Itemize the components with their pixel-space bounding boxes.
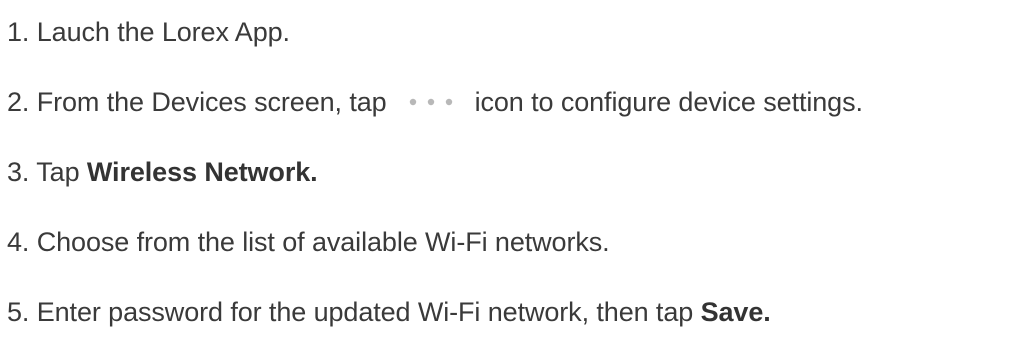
step-2-number: 2.	[7, 87, 30, 117]
step-5-text: Enter password for the updated Wi-Fi net…	[36, 297, 694, 327]
step-5: 5. Enter password for the updated Wi-Fi …	[7, 295, 771, 329]
step-1: 1. Lauch the Lorex App.	[7, 15, 290, 49]
step-1-number: 1.	[7, 17, 30, 47]
more-dots-icon	[393, 92, 469, 112]
step-3-emphasis: Wireless Network.	[86, 157, 318, 187]
step-1-text: Lauch the Lorex App.	[36, 17, 290, 47]
step-2-text-before-icon: From the Devices screen, tap	[36, 87, 387, 117]
step-3-number: 3.	[7, 157, 30, 187]
step-2-text-after-icon: icon to configure device settings.	[474, 87, 863, 117]
step-3-text: Tap	[36, 157, 80, 187]
step-2: 2. From the Devices screen, tap icon to c…	[7, 85, 863, 119]
step-3: 3. Tap Wireless Network.	[7, 155, 318, 189]
step-5-number: 5.	[7, 297, 30, 327]
step-5-emphasis: Save.	[700, 297, 771, 327]
step-4-number: 4.	[7, 227, 30, 257]
step-4: 4. Choose from the list of available Wi-…	[7, 225, 610, 259]
step-4-text: Choose from the list of available Wi-Fi …	[36, 227, 610, 257]
